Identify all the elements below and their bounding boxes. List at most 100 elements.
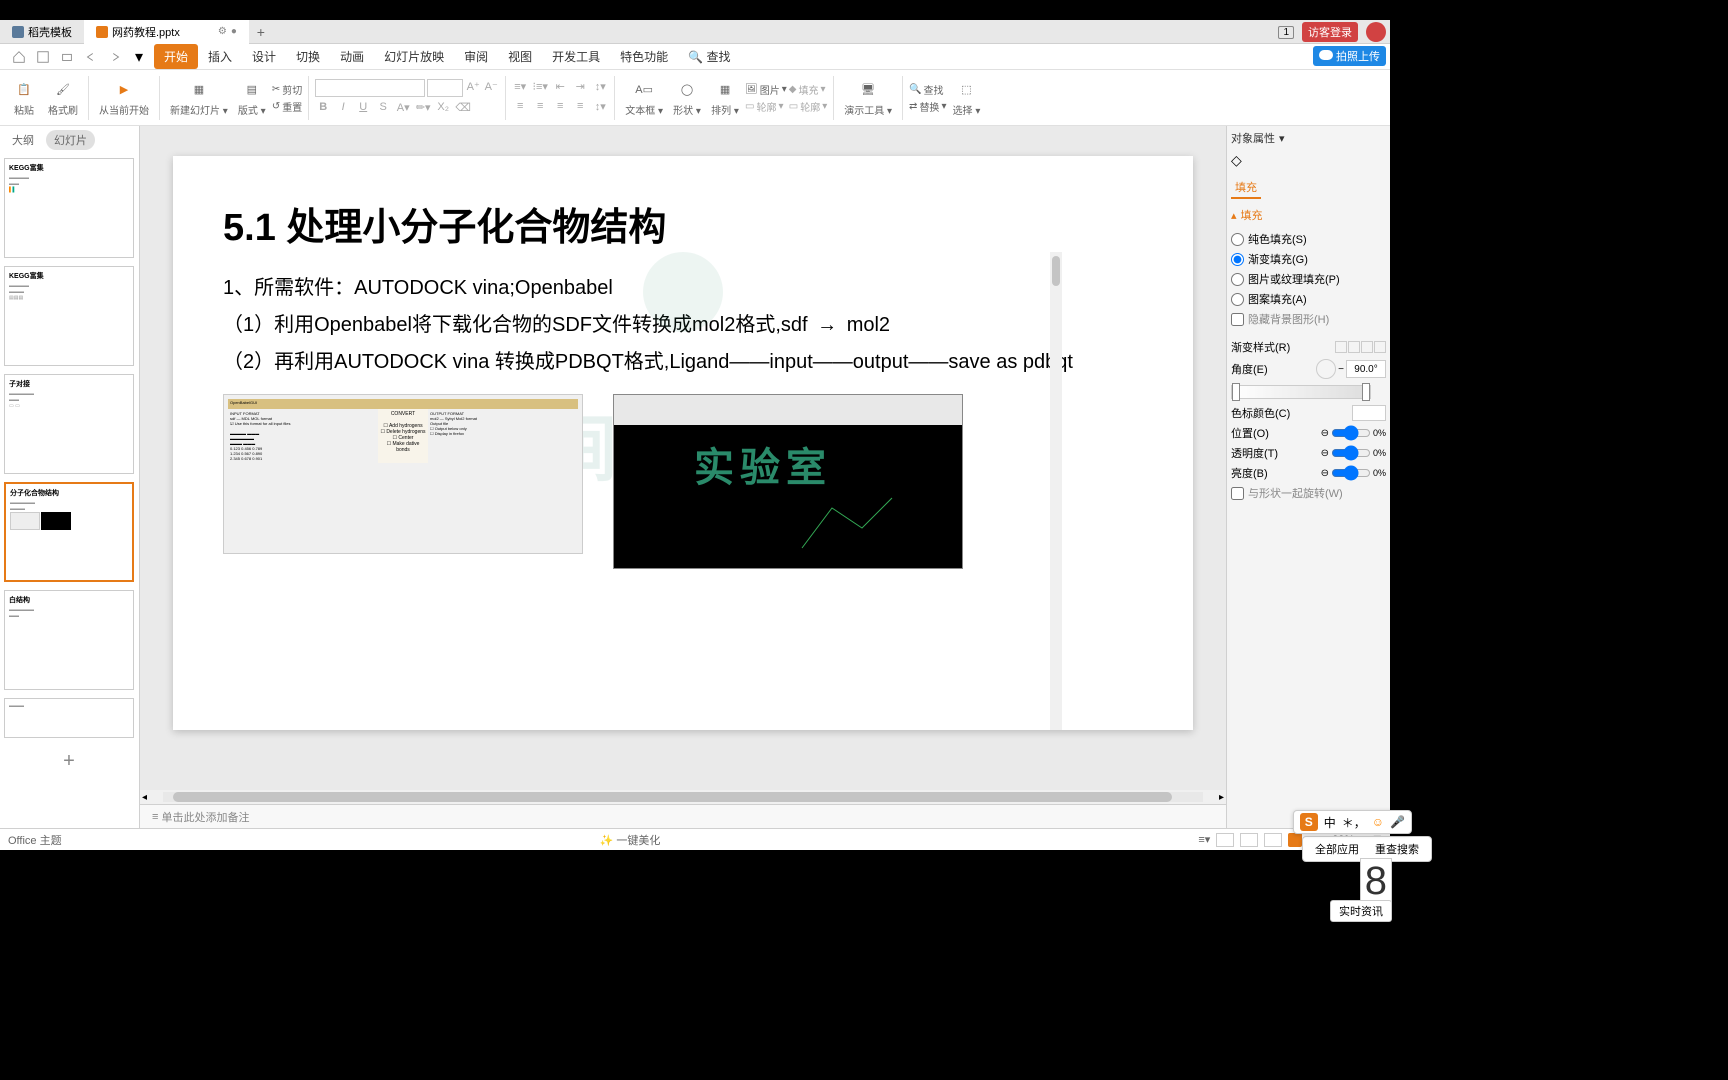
picture-button[interactable]: 🖼 图片 ▾ bbox=[745, 82, 787, 97]
avatar[interactable] bbox=[1366, 22, 1386, 42]
solid-fill-radio[interactable]: 纯色填充(S) bbox=[1231, 231, 1307, 247]
layout-button[interactable]: ▤版式 ▾ bbox=[234, 76, 270, 119]
ime-lang[interactable]: 中 bbox=[1324, 814, 1336, 831]
new-tab-button[interactable]: + bbox=[249, 24, 273, 40]
underline-button[interactable]: U bbox=[355, 101, 371, 117]
redo-icon[interactable] bbox=[106, 48, 124, 66]
home-icon[interactable] bbox=[10, 48, 28, 66]
bullets-button[interactable]: ≡▾ bbox=[512, 80, 528, 96]
cut-button[interactable]: ✂ 剪切 bbox=[272, 82, 302, 97]
numbering-button[interactable]: ⁝≡▾ bbox=[532, 80, 548, 96]
outline-tab[interactable]: 大纲 bbox=[4, 130, 42, 150]
vertical-scrollbar[interactable] bbox=[1050, 252, 1062, 730]
menu-animation[interactable]: 动画 bbox=[330, 44, 374, 69]
normal-view-button[interactable] bbox=[1216, 833, 1234, 847]
slideshow-button[interactable] bbox=[1288, 833, 1302, 847]
menu-find[interactable]: 🔍 查找 bbox=[678, 44, 740, 69]
horizontal-scrollbar[interactable]: ◂ ▸ bbox=[140, 790, 1226, 804]
research-button[interactable]: 重查搜索 bbox=[1369, 839, 1425, 859]
bold-button[interactable]: B bbox=[315, 101, 331, 117]
clear-format-button[interactable]: ⌫ bbox=[455, 101, 471, 117]
ime-punct-icon[interactable]: ＊， bbox=[1342, 814, 1366, 831]
tab-file[interactable]: 网药教程.pptx ⚙ ● bbox=[84, 20, 249, 44]
stop-color-picker[interactable] bbox=[1352, 405, 1386, 421]
menu-view[interactable]: 视图 bbox=[498, 44, 542, 69]
font-color-button[interactable]: A▾ bbox=[395, 101, 411, 117]
format-painter-button[interactable]: 🖌格式刷 bbox=[44, 76, 82, 119]
align-left-button[interactable]: ≡ bbox=[512, 100, 528, 116]
cloud-upload-button[interactable]: 拍照上传 bbox=[1313, 46, 1386, 66]
line-spacing-button[interactable]: ↕▾ bbox=[592, 80, 608, 96]
picture-fill-radio[interactable]: 图片或纹理填充(P) bbox=[1231, 271, 1340, 287]
menu-design[interactable]: 设计 bbox=[242, 44, 286, 69]
highlight-button[interactable]: ✏▾ bbox=[415, 101, 431, 117]
fill-tab[interactable]: 填充 bbox=[1231, 177, 1261, 199]
slides-tab[interactable]: 幻灯片 bbox=[46, 130, 95, 150]
angle-dial[interactable] bbox=[1316, 359, 1336, 379]
replace-button[interactable]: ⇄ 替换 ▾ bbox=[909, 99, 946, 114]
print-icon[interactable] bbox=[58, 48, 76, 66]
rotate-with-shape-checkbox[interactable]: 与形状一起旋转(W) bbox=[1231, 485, 1343, 501]
decrease-font-icon[interactable]: A⁻ bbox=[483, 80, 499, 96]
italic-button[interactable]: I bbox=[335, 101, 351, 117]
subscript-button[interactable]: X₂ bbox=[435, 101, 451, 117]
find-button[interactable]: 🔍 查找 bbox=[909, 82, 946, 97]
font-family-select[interactable] bbox=[315, 79, 425, 97]
slide-thumbnail[interactable]: ▬▬▬ bbox=[4, 698, 134, 738]
slide[interactable]: 数涧实验室 5.1 处理小分子化合物结构 1、所需软件：AUTODOCK vin… bbox=[173, 156, 1193, 730]
beautify-button[interactable]: ✨ 一键美化 bbox=[600, 832, 661, 848]
select-button[interactable]: ⬚选择 ▾ bbox=[948, 76, 984, 119]
fill-button[interactable]: ◆ 填充 ▾ bbox=[789, 82, 827, 97]
gradient-fill-radio[interactable]: 渐变填充(G) bbox=[1231, 251, 1308, 267]
align-center-button[interactable]: ≡ bbox=[532, 100, 548, 116]
slide-thumbnail-active[interactable]: 分子化合物结构 ▬▬▬▬▬▬▬▬ bbox=[4, 482, 134, 582]
undo-icon[interactable] bbox=[82, 48, 100, 66]
menu-transition[interactable]: 切换 bbox=[286, 44, 330, 69]
add-slide-button[interactable]: + bbox=[4, 746, 134, 776]
reading-view-button[interactable] bbox=[1264, 833, 1282, 847]
slide-thumbnail[interactable]: KEGG富集 ▬▬▬▬▬▬▬▤▤▤ bbox=[4, 266, 134, 366]
outline2-button[interactable]: ▭ 轮廓 ▾ bbox=[789, 99, 827, 114]
font-size-select[interactable] bbox=[427, 79, 463, 97]
align-right-button[interactable]: ≡ bbox=[552, 100, 568, 116]
shape-button[interactable]: ◯形状 ▾ bbox=[669, 76, 705, 119]
outline-button[interactable]: ▭ 轮廓 ▾ bbox=[745, 99, 787, 114]
position-slider[interactable] bbox=[1331, 425, 1371, 441]
gradient-style-swatches[interactable] bbox=[1335, 341, 1386, 353]
reset-button[interactable]: ↺ 重置 bbox=[272, 99, 302, 114]
new-slide-button[interactable]: ▦新建幻灯片 ▾ bbox=[166, 76, 232, 119]
menu-insert[interactable]: 插入 bbox=[198, 44, 242, 69]
slide-thumbnail[interactable]: 子对接 ▬▬▬▬▬▬▬▭ ▭ bbox=[4, 374, 134, 474]
realtime-info-pill[interactable]: 实时资讯 bbox=[1330, 900, 1392, 922]
align-justify-button[interactable]: ≡ bbox=[572, 100, 588, 116]
menu-slideshow[interactable]: 幻灯片放映 bbox=[374, 44, 454, 69]
login-button[interactable]: 访客登录 bbox=[1302, 22, 1358, 42]
angle-input[interactable] bbox=[1346, 360, 1386, 378]
ime-emoji-icon[interactable]: ☺ bbox=[1372, 815, 1384, 829]
dropdown-icon[interactable]: ▾ bbox=[130, 48, 148, 66]
paste-button[interactable]: 📋粘贴 bbox=[6, 76, 42, 119]
notes-pane[interactable]: ≡ 单击此处添加备注 bbox=[140, 804, 1226, 828]
indent-right-button[interactable]: ⇥ bbox=[572, 80, 588, 96]
pattern-fill-radio[interactable]: 图案填充(A) bbox=[1231, 291, 1307, 307]
brightness-slider[interactable] bbox=[1331, 465, 1371, 481]
increase-font-icon[interactable]: A⁺ bbox=[465, 80, 481, 96]
menu-dev[interactable]: 开发工具 bbox=[542, 44, 610, 69]
close-icon[interactable]: ● bbox=[231, 26, 237, 37]
hide-bg-checkbox[interactable]: 隐藏背景图形(H) bbox=[1231, 311, 1329, 327]
menu-special[interactable]: 特色功能 bbox=[610, 44, 678, 69]
slide-thumbnail[interactable]: 白结构 ▬▬▬▬▬▬▬ bbox=[4, 590, 134, 690]
transparency-slider[interactable] bbox=[1331, 445, 1371, 461]
view-menu-icon[interactable]: ≡▾ bbox=[1198, 833, 1210, 846]
gradient-stops-bar[interactable] bbox=[1231, 385, 1371, 399]
menu-start[interactable]: 开始 bbox=[154, 44, 198, 69]
slide-thumbnail[interactable]: KEGG富集 ▬▬▬▬▬▬▌▌ bbox=[4, 158, 134, 258]
strikethrough-button[interactable]: S bbox=[375, 101, 391, 117]
sorter-view-button[interactable] bbox=[1240, 833, 1258, 847]
arrange-button[interactable]: ▦排列 ▾ bbox=[707, 76, 743, 119]
presentation-tools-button[interactable]: 🖥演示工具 ▾ bbox=[840, 76, 896, 119]
from-current-button[interactable]: ▶从当前开始 bbox=[95, 76, 153, 119]
textbox-button[interactable]: A▭文本框 ▾ bbox=[621, 76, 667, 119]
indent-left-button[interactable]: ⇤ bbox=[552, 80, 568, 96]
text-direction-button[interactable]: ↕▾ bbox=[592, 100, 608, 116]
